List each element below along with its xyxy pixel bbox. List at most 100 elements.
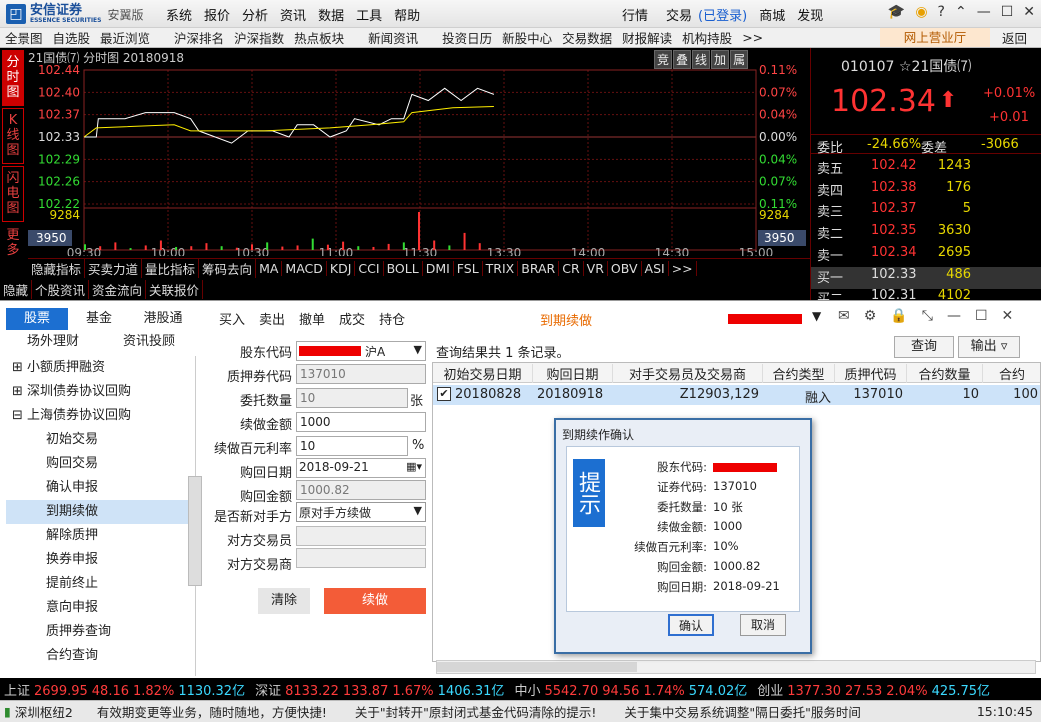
tab-flash[interactable]: 闪电图 bbox=[2, 166, 24, 222]
order-book-row[interactable]: 卖三 102.37 5 bbox=[811, 201, 1041, 223]
column-header[interactable]: 合约类型 bbox=[763, 364, 835, 383]
row-checkbox[interactable]: ✔ bbox=[437, 387, 451, 401]
tree-item[interactable]: 解除质押 bbox=[6, 524, 192, 548]
index-quote[interactable]: 深证 8133.22 133.87 1.67% 1406.31亿 bbox=[251, 680, 510, 699]
mail-icon[interactable]: ✉ bbox=[838, 308, 850, 324]
tab-stocks[interactable]: 股票 bbox=[6, 308, 68, 330]
indicator-tab[interactable]: MACD bbox=[282, 261, 327, 276]
tab-hk-connect[interactable]: 港股通 bbox=[130, 308, 196, 330]
indicator-tab[interactable]: TRIX bbox=[483, 261, 519, 276]
indicator-tab[interactable]: VR bbox=[584, 261, 608, 276]
nav-item[interactable]: 新股中心 bbox=[497, 28, 557, 47]
buy-button[interactable]: 买入 bbox=[212, 309, 252, 328]
chevron-up-icon[interactable]: ⌃ bbox=[955, 4, 967, 20]
table-hscrollbar[interactable] bbox=[436, 660, 1036, 674]
nav-item[interactable]: 最近浏览 bbox=[95, 28, 155, 47]
shareholder-select[interactable]: 沪A ▼ bbox=[296, 341, 426, 361]
indicator-tab[interactable]: CR bbox=[559, 261, 584, 276]
online-hall-button[interactable]: 网上营业厅 bbox=[880, 28, 990, 47]
rate-input[interactable]: 10 bbox=[296, 436, 408, 456]
indicator-tab[interactable]: 筹码去向 bbox=[199, 259, 257, 278]
indicator-tab[interactable]: CCI bbox=[355, 261, 384, 276]
deals-button[interactable]: 成交 bbox=[332, 309, 372, 328]
nav-item[interactable]: 财报解读 bbox=[617, 28, 677, 47]
table-row[interactable]: ✔ 20180828 20180918 Z12903,129 融入 137010 10 100 bbox=[433, 385, 1040, 406]
account-dropdown-icon[interactable]: ▼ bbox=[812, 309, 821, 323]
nav-item[interactable]: 投资日历 bbox=[437, 28, 497, 47]
tab-intraday[interactable]: 分时图 bbox=[2, 50, 24, 106]
indicator-tab[interactable]: FSL bbox=[454, 261, 483, 276]
indicator-tab[interactable]: MA bbox=[256, 261, 283, 276]
nav-more[interactable]: >> bbox=[737, 30, 768, 45]
index-quote[interactable]: 上证 2699.95 48.16 1.82% 1130.32亿 bbox=[0, 680, 251, 699]
shrink-icon[interactable]: ⤡ bbox=[922, 308, 933, 324]
nav-item[interactable]: 热点板块 bbox=[289, 28, 349, 47]
tree-item[interactable]: ⊟ 上海债券协议回购 bbox=[6, 404, 192, 428]
indicator-tab[interactable]: 买卖力道 bbox=[85, 259, 143, 278]
news-scroll-item[interactable]: 关于集中交易系统调整"隔日委托"服务时间 bbox=[610, 702, 875, 721]
nav-item[interactable]: 机构持股 bbox=[677, 28, 737, 47]
minimize-icon[interactable]: — bbox=[947, 308, 961, 324]
nav-item[interactable]: 全景图 bbox=[0, 28, 48, 47]
mall-link[interactable]: 商城 bbox=[753, 5, 791, 24]
sub-tab-related[interactable]: 关联报价 bbox=[146, 279, 204, 299]
nav-item[interactable]: 交易数据 bbox=[557, 28, 617, 47]
order-book-row[interactable]: 买一 102.33 486 bbox=[811, 266, 1041, 289]
sub-tab-capital-flow[interactable]: 资金流向 bbox=[89, 279, 147, 299]
column-header[interactable]: 质押代码 bbox=[835, 364, 907, 383]
export-button[interactable]: 输出 ▿ bbox=[958, 336, 1020, 358]
submit-renew-button[interactable]: 续做 bbox=[324, 588, 426, 614]
lock-icon[interactable]: 🔒 bbox=[890, 308, 907, 324]
column-header[interactable]: 初始交易日期 bbox=[433, 364, 533, 383]
settings-icon[interactable]: ⚙ bbox=[864, 308, 877, 324]
order-book-row[interactable]: 卖四 102.38 176 bbox=[811, 180, 1041, 202]
tree-item[interactable]: 合约查询 bbox=[6, 644, 192, 668]
index-quote[interactable]: 中小 5542.70 94.56 1.74% 574.02亿 bbox=[510, 680, 753, 699]
nav-item[interactable]: 沪深指数 bbox=[229, 28, 289, 47]
dialog-cancel-button[interactable]: 取消 bbox=[740, 614, 786, 636]
column-header[interactable]: 合约数量 bbox=[907, 364, 983, 383]
menu-analysis[interactable]: 分析 bbox=[236, 5, 274, 24]
tree-item[interactable]: ⊞ 深圳债券协议回购 bbox=[6, 380, 192, 404]
menu-news[interactable]: 资讯 bbox=[274, 5, 312, 24]
indicator-more[interactable]: >> bbox=[669, 261, 697, 276]
order-book-row[interactable]: 卖五 102.42 1243 bbox=[811, 158, 1041, 180]
tree-item[interactable]: ⊞ 小额质押融资 bbox=[6, 356, 192, 380]
order-book-row[interactable]: 卖二 102.35 3630 bbox=[811, 223, 1041, 245]
nav-item[interactable]: 沪深排名 bbox=[169, 28, 229, 47]
indicator-tab[interactable]: DMI bbox=[423, 261, 454, 276]
column-header[interactable]: 对手交易员及交易商 bbox=[613, 364, 763, 383]
trade-link[interactable]: 交易 (已登录) bbox=[654, 5, 753, 24]
back-button[interactable]: 返回 bbox=[988, 28, 1041, 47]
tab-more[interactable]: 更多 bbox=[2, 224, 24, 264]
news-scroll-item[interactable]: 有效期变更等业务，随时随地，方便快捷! bbox=[83, 702, 341, 721]
menu-help[interactable]: 帮助 bbox=[388, 5, 426, 24]
sub-tab-hide[interactable]: 隐藏 bbox=[0, 279, 33, 299]
tree-item[interactable]: 到期续做 bbox=[6, 500, 192, 524]
cancel-order-button[interactable]: 撤单 bbox=[292, 309, 332, 328]
column-header[interactable]: 购回日期 bbox=[533, 364, 613, 383]
close-icon[interactable]: ✕ bbox=[1002, 308, 1014, 324]
tree-item[interactable]: 初始交易 bbox=[6, 428, 192, 452]
grad-cap-icon[interactable]: 🎓 bbox=[888, 4, 905, 20]
menu-quote[interactable]: 报价 bbox=[198, 5, 236, 24]
tree-item[interactable]: 提前终止 bbox=[6, 572, 192, 596]
nav-item[interactable]: 新闻资讯 bbox=[363, 28, 423, 47]
indicator-tab[interactable]: ASI bbox=[642, 261, 669, 276]
indicator-tab[interactable]: 量比指标 bbox=[142, 259, 200, 278]
tab-advisory[interactable]: 资讯投顾 bbox=[102, 331, 196, 353]
chat-icon[interactable]: ◉ bbox=[915, 4, 927, 20]
column-header[interactable]: 合约 bbox=[983, 364, 1041, 383]
maximize-icon[interactable]: ☐ bbox=[1001, 4, 1014, 20]
menu-system[interactable]: 系统 bbox=[160, 5, 198, 24]
tree-item[interactable]: 质押券查询 bbox=[6, 620, 192, 644]
server-name[interactable]: 深圳枢纽2 bbox=[15, 702, 83, 721]
sub-tab-stock-news[interactable]: 个股资讯 bbox=[32, 279, 90, 299]
indicator-tab[interactable]: BRAR bbox=[518, 261, 560, 276]
menu-data[interactable]: 数据 bbox=[312, 5, 350, 24]
menu-tools[interactable]: 工具 bbox=[350, 5, 388, 24]
help-icon[interactable]: ? bbox=[938, 4, 945, 20]
indicator-tab[interactable]: BOLL bbox=[384, 261, 423, 276]
discover-link[interactable]: 发现 bbox=[791, 5, 829, 24]
amount-input[interactable]: 1000 bbox=[296, 412, 426, 432]
